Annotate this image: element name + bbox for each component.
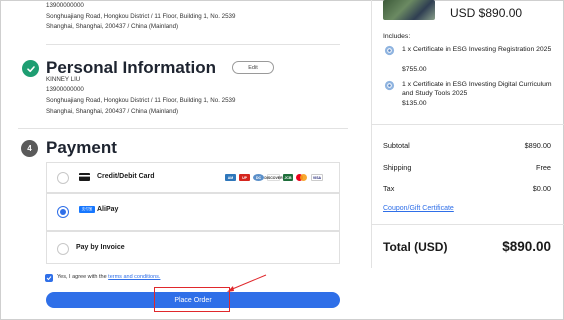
dinersclub-logo: DC	[253, 174, 264, 181]
coupon-link[interactable]: Coupon/Gift Certificate	[383, 205, 454, 212]
terms-link[interactable]: terms and conditions.	[108, 274, 160, 280]
payment-title: Payment	[46, 138, 117, 157]
column-separator	[371, 0, 372, 268]
top-address-phone: 13900000000	[46, 2, 84, 9]
agree-text: Yes, I agree with the terms and conditio…	[57, 274, 160, 280]
includes-label: Includes:	[383, 33, 411, 40]
alipay-option-label: AliPay	[97, 206, 119, 213]
tax-label: Tax	[383, 184, 395, 193]
shipping-row: Shipping Free	[383, 163, 551, 172]
personal-info-line1: Songhuajiang Road, Hongkou District / 11…	[46, 97, 236, 104]
divider	[372, 124, 564, 125]
visa-logo: VISA	[311, 174, 323, 181]
subtotal-label: Subtotal	[383, 141, 410, 150]
top-address-line2: Shanghai, Shanghai, 200437 / China (Main…	[46, 23, 179, 30]
unionpay-logo: UP	[239, 174, 250, 181]
alipay-logo-icon: 支付宝	[79, 206, 95, 213]
card-option-label: Credit/Debit Card	[97, 173, 155, 180]
include-item-price: $135.00	[402, 100, 427, 107]
item-price: USD $890.00	[450, 6, 523, 20]
order-summary: USD $890.00 Includes: 1 x Certificate in…	[372, 0, 564, 320]
certificate-icon	[384, 45, 395, 56]
card-radio[interactable]	[57, 172, 69, 184]
payment-option-invoice[interactable]: Pay by Invoice	[46, 231, 340, 264]
payment-option-card[interactable]: Credit/Debit Card AM UP DC DISCOVER JCB …	[46, 162, 340, 193]
shipping-label: Shipping	[383, 163, 412, 172]
product-thumbnail	[383, 0, 435, 20]
discover-logo: DISCOVER	[264, 174, 283, 181]
personal-info-phone: 13900000000	[46, 86, 84, 93]
total-label: Total (USD)	[383, 240, 448, 254]
highlight-box	[154, 287, 230, 312]
divider	[18, 128, 348, 129]
subtotal-row: Subtotal $890.00	[383, 141, 551, 150]
shipping-value: Free	[535, 163, 551, 172]
subtotal-value: $890.00	[524, 141, 551, 150]
top-address-line1: Songhuajiang Road, Hongkou District / 11…	[46, 13, 236, 20]
include-item-name: 1 x Certificate in ESG Investing Digital…	[402, 81, 552, 97]
alipay-radio[interactable]	[57, 206, 69, 218]
jcb-logo: JCB	[283, 174, 293, 181]
completed-check-icon	[22, 60, 39, 77]
include-item-price: $755.00	[402, 66, 427, 73]
invoice-option-label: Pay by Invoice	[76, 244, 125, 251]
total-value: $890.00	[502, 239, 551, 254]
divider	[372, 224, 564, 225]
divider	[46, 44, 340, 45]
payment-option-alipay[interactable]: 支付宝 AliPay	[46, 193, 340, 231]
amex-logo: AM	[225, 174, 236, 181]
tax-value: $0.00	[532, 184, 551, 193]
tax-row: Tax $0.00	[383, 184, 551, 193]
total-row: Total (USD) $890.00	[383, 239, 551, 254]
annotation-arrow-icon	[227, 274, 267, 292]
agree-checkbox[interactable]	[45, 274, 53, 282]
step-number-badge: 4	[21, 140, 38, 157]
personal-info-name: KINNEY LIU	[46, 76, 81, 83]
agree-prefix: Yes, I agree with the	[57, 274, 107, 280]
mastercard-logo	[296, 174, 308, 181]
certificate-icon	[384, 80, 395, 91]
edit-personal-info-button[interactable]: Edit	[232, 61, 274, 74]
personal-info-line2: Shanghai, Shanghai, 200437 / China (Main…	[46, 108, 179, 115]
invoice-radio[interactable]	[57, 243, 69, 255]
include-item-name: 1 x Certificate in ESG Investing Registr…	[402, 46, 552, 53]
credit-card-icon	[79, 173, 90, 181]
card-logos: AM UP DC DISCOVER JCB VISA	[225, 174, 335, 182]
